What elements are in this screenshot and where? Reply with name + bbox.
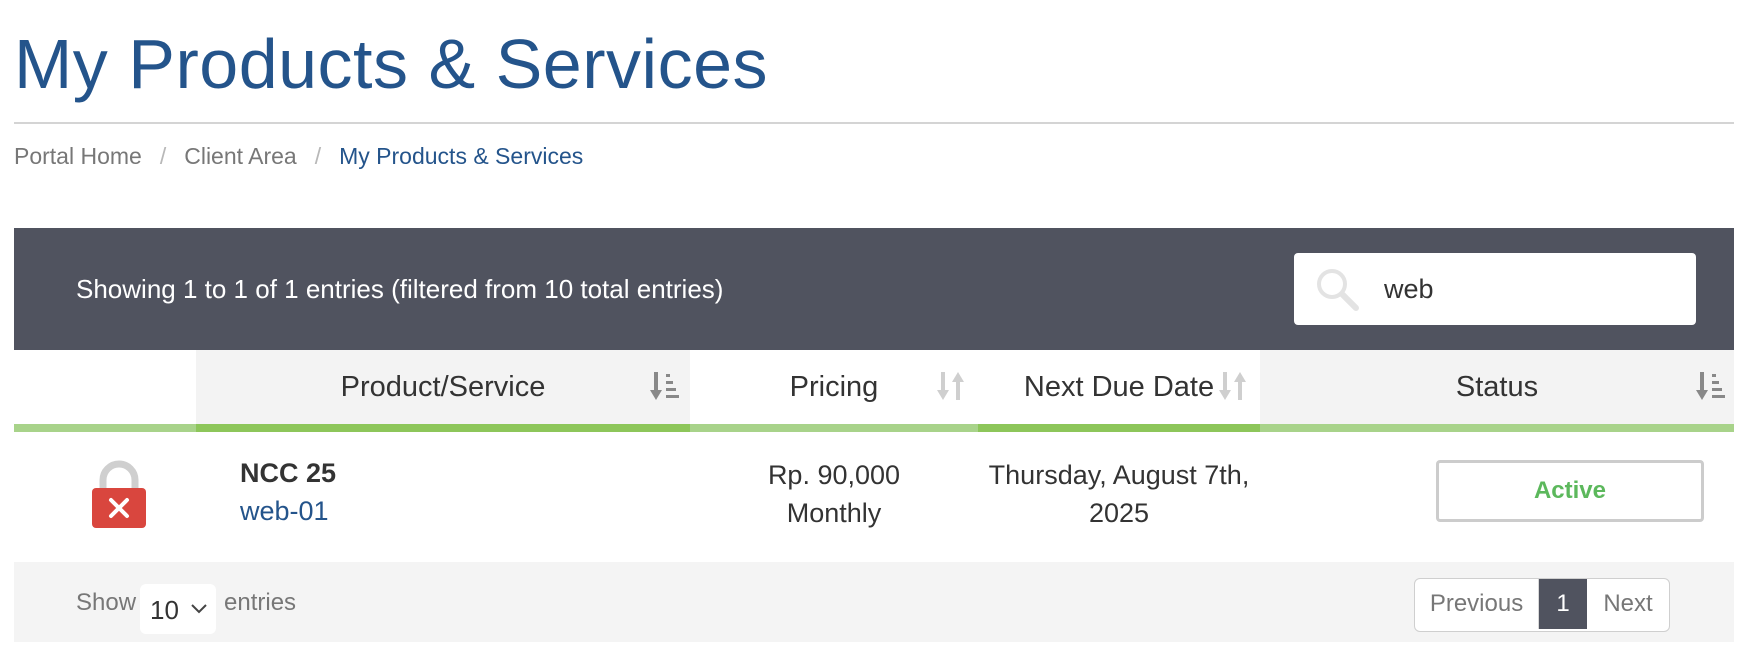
next-due-date-cell: Thursday, August 7th, 2025 — [978, 456, 1260, 532]
column-underline — [1260, 424, 1734, 432]
sort-unsorted-icon — [937, 372, 964, 400]
page-length-value: 10 — [150, 595, 179, 625]
table-footer: Show 10 entries Previous 1 Next — [14, 562, 1734, 642]
breadcrumb-separator: / — [314, 143, 322, 169]
due-date-year: 2025 — [1088, 498, 1150, 528]
search-icon — [1317, 269, 1359, 311]
breadcrumb: Portal Home / Client Area / My Products & Se… — [14, 141, 583, 171]
price-amount: Rp. 90,000 — [767, 460, 901, 490]
billing-cycle: Monthly — [786, 498, 882, 528]
page: My Products & Services Portal Home / Clien… — [0, 0, 1748, 658]
table-row[interactable]: NCC 25 web-01 Rp. 90,000 Monthly Thursda… — [14, 432, 1734, 562]
entries-label: entries — [224, 589, 297, 616]
title-divider — [14, 122, 1734, 124]
show-label: Show — [76, 589, 137, 616]
locked-error-icon — [92, 460, 146, 528]
column-underline — [196, 424, 690, 432]
page-length-select[interactable]: 10 — [140, 584, 216, 634]
column-underline — [14, 424, 196, 432]
column-header-product-service[interactable]: Product/Service — [196, 350, 690, 432]
column-label: Pricing — [789, 371, 879, 403]
pricing-cell: Rp. 90,000 Monthly — [690, 456, 978, 532]
column-label: Product/Service — [340, 371, 546, 403]
breadcrumb-separator: / — [159, 143, 167, 169]
product-domain-link[interactable]: web-01 — [240, 494, 329, 528]
pagination: Previous 1 Next — [1414, 578, 1670, 632]
column-header-pricing[interactable]: Pricing — [690, 350, 978, 432]
due-date-line: Thursday, August 7th, — [988, 460, 1250, 490]
chevron-down-icon — [191, 604, 207, 614]
search-box[interactable] — [1294, 253, 1696, 325]
column-header-icon — [14, 350, 196, 432]
table-header: Product/Service Pricing Next Due Date St… — [14, 350, 1734, 432]
table-info: Showing 1 to 1 of 1 entries (filtered fr… — [76, 274, 724, 304]
sort-ascending-icon — [1696, 372, 1725, 400]
breadcrumb-current: My Products & Services — [339, 143, 584, 169]
column-underline — [978, 424, 1260, 432]
column-label: Status — [1455, 371, 1539, 403]
breadcrumb-client-area[interactable]: Client Area — [184, 143, 297, 169]
previous-page-button[interactable]: Previous — [1415, 579, 1539, 629]
sort-ascending-icon — [650, 372, 679, 400]
column-header-status[interactable]: Status — [1260, 350, 1734, 432]
page-title: My Products & Services — [14, 25, 768, 103]
search-input[interactable] — [1384, 267, 1674, 311]
sort-unsorted-icon — [1219, 372, 1246, 400]
product-name: NCC 25 — [240, 458, 337, 488]
column-underline — [690, 424, 978, 432]
table-toolbar: Showing 1 to 1 of 1 entries (filtered fr… — [14, 228, 1734, 350]
page-1-button[interactable]: 1 — [1539, 579, 1587, 629]
next-page-button[interactable]: Next — [1587, 579, 1669, 629]
status-badge: Active — [1436, 460, 1704, 522]
column-header-next-due-date[interactable]: Next Due Date — [978, 350, 1260, 432]
breadcrumb-portal-home[interactable]: Portal Home — [14, 143, 142, 169]
